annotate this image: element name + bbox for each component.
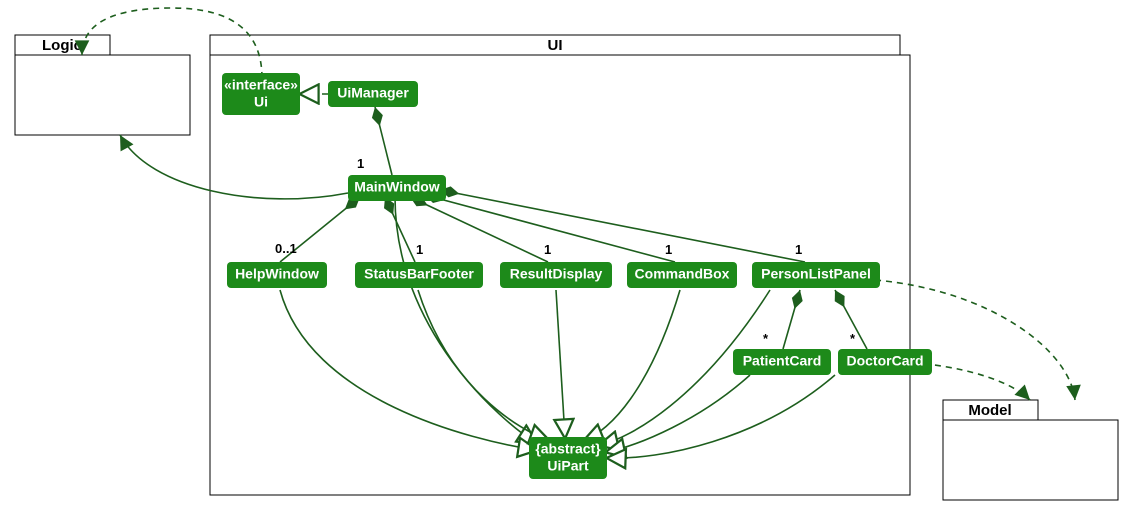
node-ui-interface: «interface» Ui <box>222 73 300 115</box>
package-model-label: Model <box>968 402 1011 419</box>
mult-personlistpanel: 1 <box>795 242 802 257</box>
svg-text:CommandBox: CommandBox <box>635 266 730 282</box>
node-commandbox: CommandBox <box>627 262 737 288</box>
package-ui-label: UI <box>548 37 563 54</box>
svg-text:MainWindow: MainWindow <box>354 179 440 195</box>
uml-diagram: Logic UI Model 1 0..1 1 1 1 1 * * <box>0 0 1129 525</box>
svg-text:DoctorCard: DoctorCard <box>846 353 923 369</box>
edge-mw-personlistpanel <box>440 190 805 262</box>
mult-commandbox: 1 <box>665 242 672 257</box>
edge-commandbox-uipart <box>585 290 680 440</box>
node-personlistpanel: PersonListPanel <box>752 262 880 288</box>
svg-text:PersonListPanel: PersonListPanel <box>761 266 871 282</box>
edge-plp-patientcard <box>783 290 800 349</box>
mult-mainwindow: 1 <box>357 156 364 171</box>
edge-helpwindow-uipart <box>280 290 536 450</box>
node-statusbarfooter: StatusBarFooter <box>355 262 483 288</box>
node-doctorcard: DoctorCard <box>838 349 932 375</box>
edge-mainwindow-to-logic <box>120 135 348 199</box>
svg-text:UiManager: UiManager <box>337 85 409 101</box>
svg-text:«interface»: «interface» <box>224 77 298 93</box>
edge-patientcard-uipart <box>607 375 750 452</box>
svg-text:PatientCard: PatientCard <box>743 353 822 369</box>
edge-mw-statusbar <box>385 197 415 262</box>
node-uipart: {abstract} UiPart <box>529 437 607 479</box>
svg-text:{abstract}: {abstract} <box>535 441 601 457</box>
package-logic: Logic <box>15 35 190 135</box>
edge-ui-to-logic <box>82 8 262 78</box>
svg-text:UiPart: UiPart <box>547 458 589 474</box>
mult-patientcard: * <box>763 331 769 346</box>
svg-text:HelpWindow: HelpWindow <box>235 266 319 282</box>
edge-statusbar-uipart <box>418 290 548 440</box>
node-resultdisplay: ResultDisplay <box>500 262 612 288</box>
edge-doctorcard-uipart <box>608 375 835 458</box>
node-patientcard: PatientCard <box>733 349 831 375</box>
mult-statusbar: 1 <box>416 242 423 257</box>
node-mainwindow: MainWindow <box>348 175 446 201</box>
svg-text:Ui: Ui <box>254 94 268 110</box>
edge-personlistpanel-to-model <box>875 280 1075 400</box>
package-model: Model <box>943 400 1118 500</box>
package-logic-label: Logic <box>42 37 82 54</box>
svg-text:StatusBarFooter: StatusBarFooter <box>364 266 474 282</box>
edge-resultdisplay-uipart <box>556 290 565 437</box>
edge-mainwindow-uipart <box>395 197 536 443</box>
node-uimanager: UiManager <box>328 81 418 107</box>
mult-doctorcard: * <box>850 331 856 346</box>
mult-resultdisplay: 1 <box>544 242 551 257</box>
edge-uimanager-mainwindow <box>375 107 392 175</box>
svg-text:ResultDisplay: ResultDisplay <box>510 266 603 282</box>
mult-helpwindow: 0..1 <box>275 241 297 256</box>
node-helpwindow: HelpWindow <box>227 262 327 288</box>
